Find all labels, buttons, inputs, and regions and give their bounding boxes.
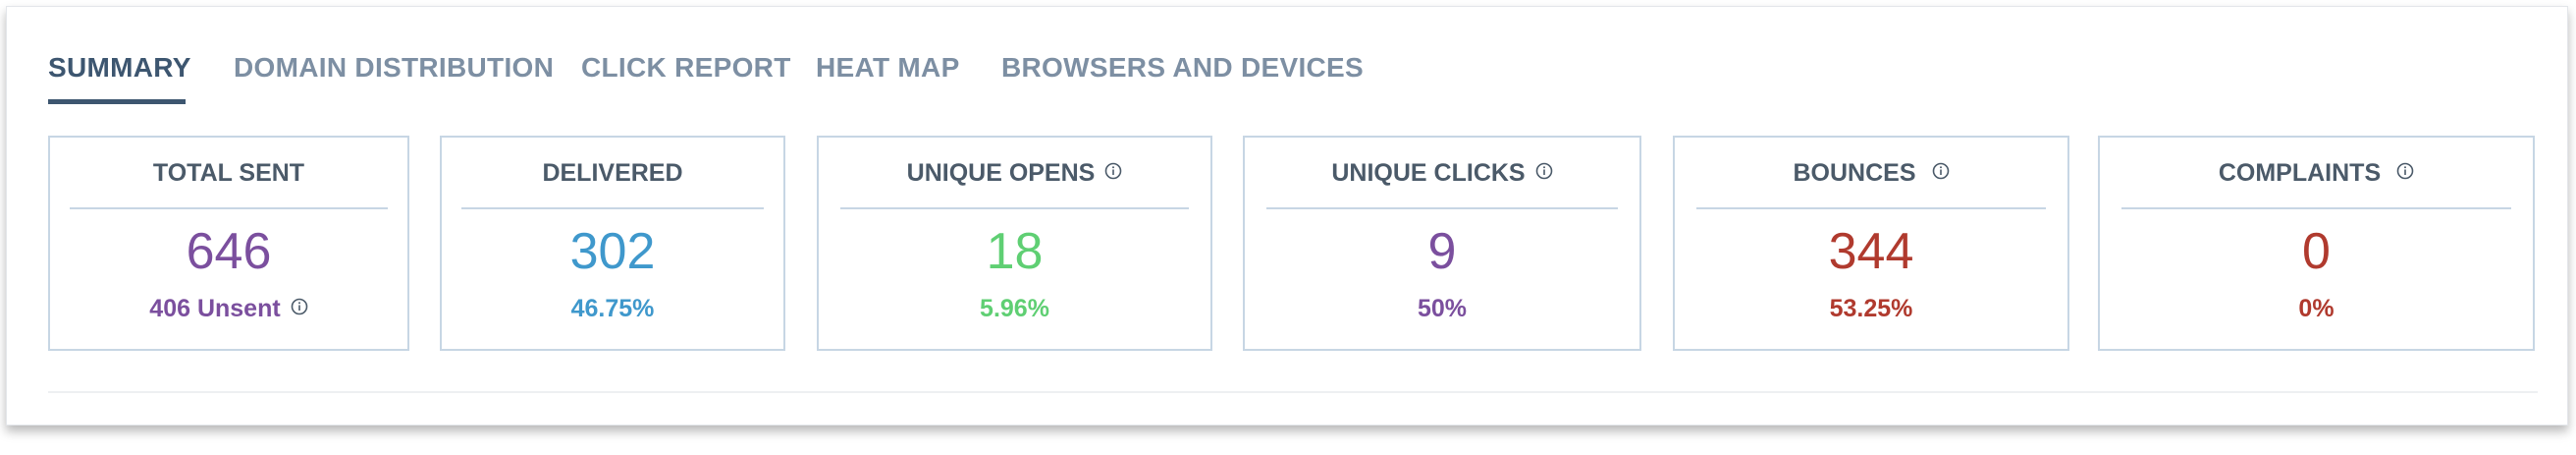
card-value: 344: [1828, 223, 1914, 280]
card-title: DELIVERED: [442, 159, 783, 188]
card-title-text: TOTAL SENT: [152, 159, 305, 187]
card-divider: [1266, 207, 1618, 209]
card-title-text: BOUNCES: [1793, 159, 1916, 187]
stat-card-unique-opens: UNIQUE OPENS 18 5.96%: [817, 136, 1212, 351]
tab-click-report[interactable]: CLICK REPORT: [581, 52, 791, 84]
stat-card-unique-clicks: UNIQUE CLICKS 9 50%: [1243, 136, 1641, 351]
card-subvalue: 406 Unsent: [50, 295, 407, 323]
card-title-text: COMPLAINTS: [2218, 159, 2382, 187]
card-title-text: UNIQUE OPENS: [906, 159, 1096, 187]
stat-card-delivered: DELIVERED 302 46.75%: [440, 136, 785, 351]
tab-domain-distribution[interactable]: DOMAIN DISTRIBUTION: [234, 52, 554, 84]
card-subvalue: 5.96%: [980, 295, 1049, 322]
card-title-text: DELIVERED: [542, 159, 683, 187]
card-title: COMPLAINTS: [2100, 159, 2533, 188]
active-tab-indicator: [48, 99, 186, 104]
report-tabs: SUMMARY DOMAIN DISTRIBUTION CLICK REPORT…: [7, 7, 2567, 115]
card-divider: [70, 207, 388, 209]
info-circle-icon[interactable]: [2396, 158, 2414, 187]
section-divider: [48, 391, 2538, 393]
card-subvalue: 50%: [1417, 295, 1468, 322]
card-divider: [461, 207, 764, 209]
info-circle-icon[interactable]: [1104, 158, 1122, 187]
stat-card-bounces: BOUNCES 344 53.25%: [1673, 136, 2069, 351]
card-value: 9: [1427, 223, 1457, 280]
card-subvalue: 46.75%: [570, 295, 655, 322]
card-value: 0: [2302, 223, 2331, 280]
tab-summary[interactable]: SUMMARY: [48, 52, 191, 84]
card-value: 646: [186, 223, 272, 280]
card-divider: [840, 207, 1189, 209]
card-title: TOTAL SENT: [50, 159, 407, 188]
card-value: 18: [986, 223, 1044, 280]
unsent-count: 406 Unsent: [149, 295, 281, 322]
card-divider: [1696, 207, 2046, 209]
stat-card-total-sent: TOTAL SENT 646 406 Unsent: [48, 136, 409, 351]
info-circle-icon[interactable]: [291, 294, 308, 322]
card-value: 302: [569, 223, 656, 280]
card-title: UNIQUE CLICKS: [1245, 159, 1639, 188]
card-subvalue: 53.25%: [1829, 295, 1913, 322]
card-subvalue: 0%: [2298, 295, 2334, 322]
card-title: BOUNCES: [1675, 159, 2067, 188]
info-circle-icon[interactable]: [1535, 158, 1553, 187]
info-circle-icon[interactable]: [1932, 158, 1950, 187]
card-title-text: UNIQUE CLICKS: [1331, 159, 1526, 187]
card-title: UNIQUE OPENS: [819, 159, 1210, 188]
tab-browsers-and-devices[interactable]: BROWSERS AND DEVICES: [1001, 52, 1364, 84]
stat-card-complaints: COMPLAINTS 0 0%: [2098, 136, 2535, 351]
report-panel: SUMMARY DOMAIN DISTRIBUTION CLICK REPORT…: [6, 6, 2568, 426]
card-divider: [2121, 207, 2511, 209]
tab-heat-map[interactable]: HEAT MAP: [816, 52, 960, 84]
